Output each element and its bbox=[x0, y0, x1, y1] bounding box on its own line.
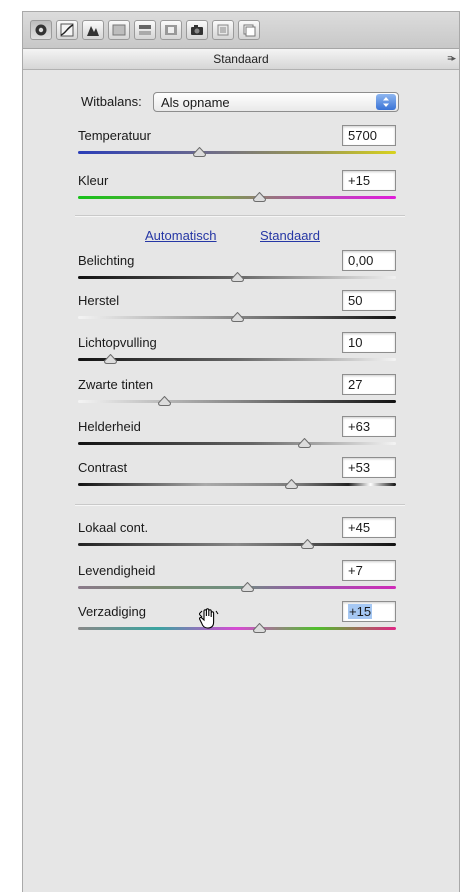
slider-value-field[interactable]: +15 bbox=[342, 170, 396, 191]
slider-value-field[interactable]: +53 bbox=[342, 457, 396, 478]
slider-label: Herstel bbox=[78, 293, 120, 308]
slider-thumb[interactable] bbox=[231, 272, 244, 282]
detail-icon[interactable] bbox=[82, 20, 104, 40]
basic-icon[interactable] bbox=[30, 20, 52, 40]
white-balance-select[interactable]: Als opname bbox=[153, 92, 399, 112]
slider-thumb[interactable] bbox=[253, 192, 267, 202]
slider-value-field[interactable]: +15 bbox=[342, 601, 396, 622]
white-balance-label: Witbalans: bbox=[81, 94, 142, 109]
slider-label: Temperatuur bbox=[78, 128, 151, 143]
slider-value-field[interactable]: +45 bbox=[342, 517, 396, 538]
slider-thumb[interactable] bbox=[103, 354, 117, 364]
slider-label: Lichtopvulling bbox=[78, 335, 157, 350]
panel-title: Standaard bbox=[213, 52, 269, 66]
slider-label: Kleur bbox=[78, 173, 109, 188]
slider-track[interactable] bbox=[78, 586, 396, 589]
panel-header: Standaard ≡▸ bbox=[23, 49, 459, 70]
slider-label: Belichting bbox=[78, 253, 135, 268]
slider-track[interactable] bbox=[78, 358, 396, 361]
select-arrows-icon bbox=[376, 94, 396, 110]
presets-icon[interactable] bbox=[212, 20, 234, 40]
slider-label: Zwarte tinten bbox=[78, 377, 154, 392]
section-divider bbox=[75, 504, 405, 506]
slider-thumb[interactable] bbox=[231, 312, 244, 322]
slider-track[interactable] bbox=[78, 400, 396, 403]
camera-raw-panel: Standaard ≡▸ Witbalans: Als opname Tempe… bbox=[22, 11, 460, 892]
camera-calibration-icon[interactable] bbox=[186, 20, 208, 40]
selected-text: +15 bbox=[348, 604, 373, 619]
slider-thumb[interactable] bbox=[192, 147, 206, 157]
slider-thumb[interactable] bbox=[253, 623, 267, 633]
slider-thumb[interactable] bbox=[157, 396, 171, 406]
slider-thumb[interactable] bbox=[285, 479, 299, 489]
slider-value-field[interactable]: 10 bbox=[342, 332, 396, 353]
section-divider bbox=[75, 215, 405, 217]
hsl-icon[interactable] bbox=[108, 20, 130, 40]
slider-value-field[interactable]: +63 bbox=[342, 416, 396, 437]
auto-link[interactable]: Automatisch bbox=[145, 228, 217, 243]
slider-label: Helderheid bbox=[78, 419, 141, 434]
slider-value-field[interactable]: 0,00 bbox=[342, 250, 396, 271]
panel-toolbar bbox=[23, 12, 459, 49]
slider-label: Contrast bbox=[78, 460, 128, 475]
white-balance-value: Als opname bbox=[161, 95, 230, 110]
split-toning-icon[interactable] bbox=[134, 20, 156, 40]
slider-value-field[interactable]: 5700 bbox=[342, 125, 396, 146]
slider-label: Lokaal cont. bbox=[78, 520, 149, 535]
slider-track[interactable] bbox=[78, 483, 396, 486]
hand-cursor-icon bbox=[198, 608, 219, 635]
slider-track[interactable] bbox=[78, 543, 396, 546]
snapshots-icon[interactable] bbox=[238, 20, 260, 40]
slider-thumb[interactable] bbox=[297, 438, 311, 448]
panel-menu-icon[interactable]: ≡▸ bbox=[447, 53, 456, 64]
slider-value-field[interactable]: 50 bbox=[342, 290, 396, 311]
slider-track[interactable] bbox=[78, 151, 396, 154]
slider-track[interactable] bbox=[78, 442, 396, 445]
slider-label: Levendigheid bbox=[78, 563, 156, 578]
lens-corrections-icon[interactable] bbox=[160, 20, 182, 40]
slider-track[interactable] bbox=[78, 627, 396, 630]
slider-value-field[interactable]: +7 bbox=[342, 560, 396, 581]
tone-curve-icon[interactable] bbox=[56, 20, 78, 40]
slider-label: Verzadiging bbox=[78, 604, 146, 619]
slider-track[interactable] bbox=[78, 196, 396, 199]
slider-thumb[interactable] bbox=[300, 539, 314, 549]
slider-thumb[interactable] bbox=[240, 582, 254, 592]
default-link[interactable]: Standaard bbox=[260, 228, 320, 243]
slider-value-field[interactable]: 27 bbox=[342, 374, 396, 395]
